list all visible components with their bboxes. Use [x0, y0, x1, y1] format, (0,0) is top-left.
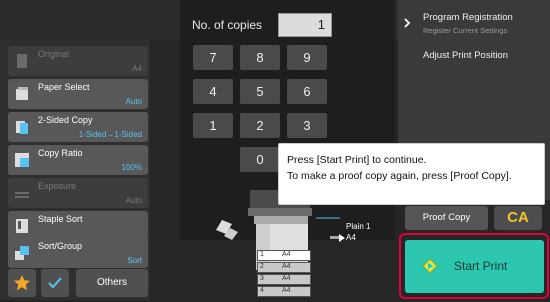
- setting-value: Auto: [125, 97, 142, 106]
- tray-paper-type: Plain 1: [346, 222, 371, 231]
- clear-all-button[interactable]: CA: [494, 206, 542, 230]
- key-0[interactable]: 0: [240, 147, 280, 172]
- tray-number: 4: [260, 287, 264, 294]
- register-current-settings-label: Register Current Settings: [423, 26, 508, 35]
- setting-original: Original A4: [8, 46, 148, 76]
- copies-input[interactable]: 1: [278, 13, 332, 37]
- setting-value: 100%: [121, 163, 142, 172]
- setting-label: 2-Sided Copy: [38, 115, 93, 125]
- check-button[interactable]: [41, 269, 69, 297]
- tray-number: 3: [260, 275, 264, 282]
- tray-row: 1 A4: [257, 250, 311, 261]
- tray-size: A4: [282, 275, 291, 282]
- exposure-icon: [15, 192, 29, 198]
- proof-copy-tooltip: Press [Start Print] to continue. To make…: [278, 143, 545, 205]
- chevron-right-icon: [404, 18, 411, 28]
- paper-select-icon: [16, 87, 28, 100]
- setting-label: Sort/Group: [38, 241, 83, 251]
- two-sided-icon: [16, 121, 28, 134]
- tooltip-line-1: Press [Start Print] to continue.: [287, 154, 427, 166]
- proof-copy-button[interactable]: Proof Copy: [405, 206, 488, 230]
- key-5[interactable]: 5: [240, 79, 280, 104]
- setting-paper-select[interactable]: Paper Select Auto: [8, 79, 148, 109]
- copy-ratio-icon: [15, 153, 29, 167]
- key-8[interactable]: 8: [240, 45, 280, 70]
- star-icon: [14, 275, 30, 291]
- setting-label: Exposure: [38, 181, 77, 191]
- tray-paper-size: A4: [346, 233, 356, 242]
- setting-label: Staple Sort: [38, 214, 83, 224]
- staple-sort-icon: [16, 219, 28, 233]
- setting-sort-group[interactable]: Sort/Group Sort: [8, 238, 148, 268]
- settings-panel: Original A4 Paper Select Auto 2-Sided Co…: [0, 40, 150, 300]
- tray-size: A4: [282, 287, 291, 294]
- tray-list: 1 A4 2 A4 3 A4 4 A4: [257, 250, 311, 297]
- tray-number: 2: [260, 263, 264, 270]
- key-4[interactable]: 4: [193, 79, 233, 104]
- tray-size: A4: [282, 263, 291, 270]
- key-6[interactable]: 6: [287, 79, 327, 104]
- program-registration-item[interactable]: Program Registration Register Current Se…: [398, 8, 550, 38]
- copies-label: No. of copies: [192, 18, 263, 32]
- tray-arrow-icon: [339, 234, 345, 242]
- setting-label: Paper Select: [38, 82, 90, 92]
- copies-value: 1: [317, 17, 325, 32]
- start-print-label: Start Print: [454, 259, 508, 273]
- key-3[interactable]: 3: [287, 113, 327, 138]
- start-diamond-icon: [422, 258, 438, 274]
- program-registration-label: Program Registration: [423, 12, 513, 23]
- setting-staple-sort[interactable]: Staple Sort: [8, 211, 148, 241]
- others-button[interactable]: Others: [76, 269, 148, 297]
- key-7[interactable]: 7: [193, 45, 233, 70]
- adjust-print-position-item[interactable]: Adjust Print Position: [398, 44, 550, 68]
- setting-label: Original: [38, 49, 70, 59]
- setting-exposure: Exposure Auto: [8, 178, 148, 208]
- tooltip-line-2: To make a proof copy again, press [Proof…: [287, 170, 512, 182]
- key-9[interactable]: 9: [287, 45, 327, 70]
- setting-value: Auto: [125, 196, 142, 205]
- setting-value: A4: [132, 64, 142, 73]
- setting-two-sided-copy[interactable]: 2-Sided Copy 1-Sided→1-Sided: [8, 112, 148, 142]
- check-icon: [48, 277, 62, 289]
- tray-row: 3 A4: [257, 274, 311, 285]
- tray-number: 1: [260, 251, 264, 258]
- sort-group-icon: [15, 246, 29, 260]
- original-icon: [17, 54, 27, 68]
- key-2[interactable]: 2: [240, 113, 280, 138]
- setting-label: Copy Ratio: [38, 148, 83, 158]
- setting-value: Sort: [127, 256, 142, 265]
- start-print-button[interactable]: Start Print: [405, 240, 544, 293]
- tray-row: 4 A4: [257, 286, 311, 297]
- key-1[interactable]: 1: [193, 113, 233, 138]
- tray-size: A4: [282, 251, 291, 258]
- adjust-print-position-label: Adjust Print Position: [423, 50, 509, 61]
- setting-value: 1-Sided→1-Sided: [78, 130, 142, 139]
- tray-row: 2 A4: [257, 262, 311, 273]
- favorite-button[interactable]: [8, 269, 36, 297]
- setting-copy-ratio[interactable]: Copy Ratio 100%: [8, 145, 148, 175]
